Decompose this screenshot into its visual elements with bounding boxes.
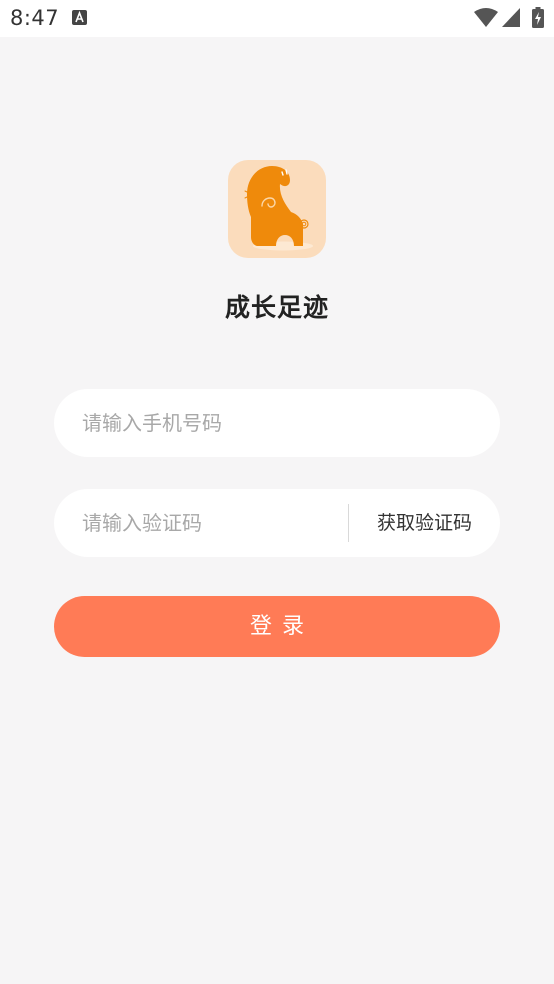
phone-field bbox=[54, 389, 500, 457]
get-code-button[interactable]: 获取验证码 bbox=[349, 489, 500, 557]
app-notification-icon bbox=[72, 10, 87, 25]
wifi-icon bbox=[474, 8, 498, 27]
battery-charging-icon bbox=[532, 7, 544, 28]
verification-code-field: 获取验证码 bbox=[54, 489, 500, 557]
login-button[interactable]: 登录 bbox=[54, 596, 500, 657]
phone-input[interactable] bbox=[82, 389, 472, 457]
app-title: 成长足迹 bbox=[224, 293, 329, 322]
verification-code-input[interactable] bbox=[82, 489, 342, 557]
status-bar: 8:47 bbox=[0, 0, 554, 37]
status-time: 8:47 bbox=[10, 6, 60, 30]
cell-signal-icon bbox=[502, 8, 520, 27]
elephant-logo-icon bbox=[228, 160, 326, 258]
